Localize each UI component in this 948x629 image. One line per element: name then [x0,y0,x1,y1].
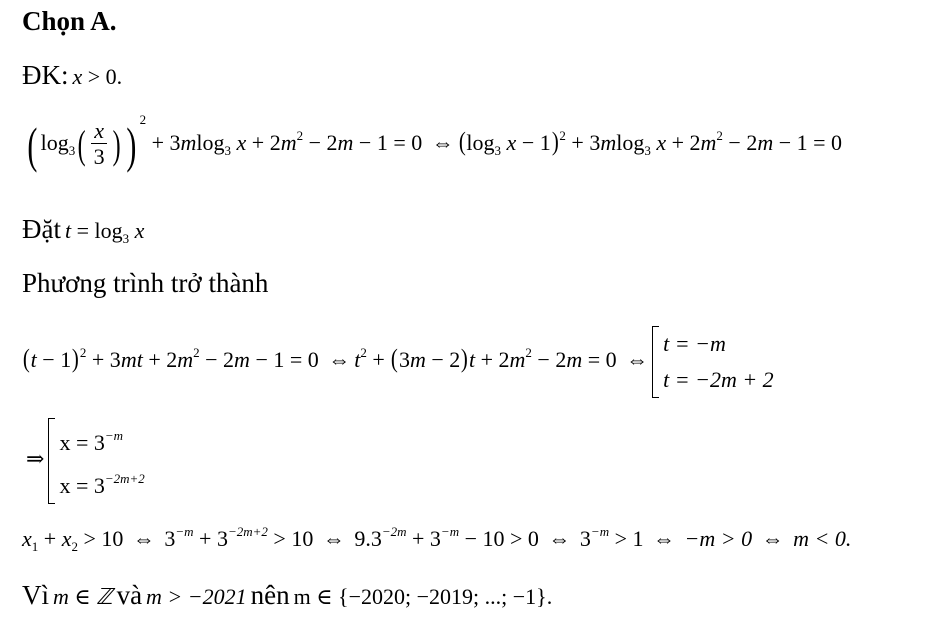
condition-line: ĐK: x > 0. [22,60,122,91]
substitution-label: Đặt [22,214,61,244]
condition-label: ĐK: [22,60,69,90]
iff-symbol: ⇔ [431,130,454,155]
case-system-x: x = 3−m x = 3−2m+2 [48,418,145,504]
answer-heading: Chọn A. [22,6,117,36]
condition-var: x [72,64,83,89]
condition-expr: > 0. [82,64,123,89]
answer-set: m ∈ {−2020; −2019; ...; −1}. [293,584,553,609]
fraction-x-over-3: x3 [91,119,108,170]
equation-in-t: (t − 1)2 + 3mt + 2m2 − 2m − 1 = 0 ⇔ t2 + … [22,326,774,398]
conclusion-line: Vì m ∈ ℤ và m > −2021 nên m ∈ {−2020; −2… [22,580,553,610]
inequality-chain: x1 + x2 > 10 ⇔ 3−m + 3−2m+2 > 10 ⇔ 9.3−2… [22,524,852,554]
transform-text: Phương trình trở thành [22,268,269,298]
substitution-line: Đặt t = log3 x [22,214,145,246]
case-system-t: t = −m t = −2m + 2 [652,326,774,398]
equation-original: (log3(x 3)) 2 + 3mlog3 x + 2m2 − 2m − 1 = … [27,112,843,173]
solution-x: ⇒ x = 3−m x = 3−2m+2 [22,418,145,504]
